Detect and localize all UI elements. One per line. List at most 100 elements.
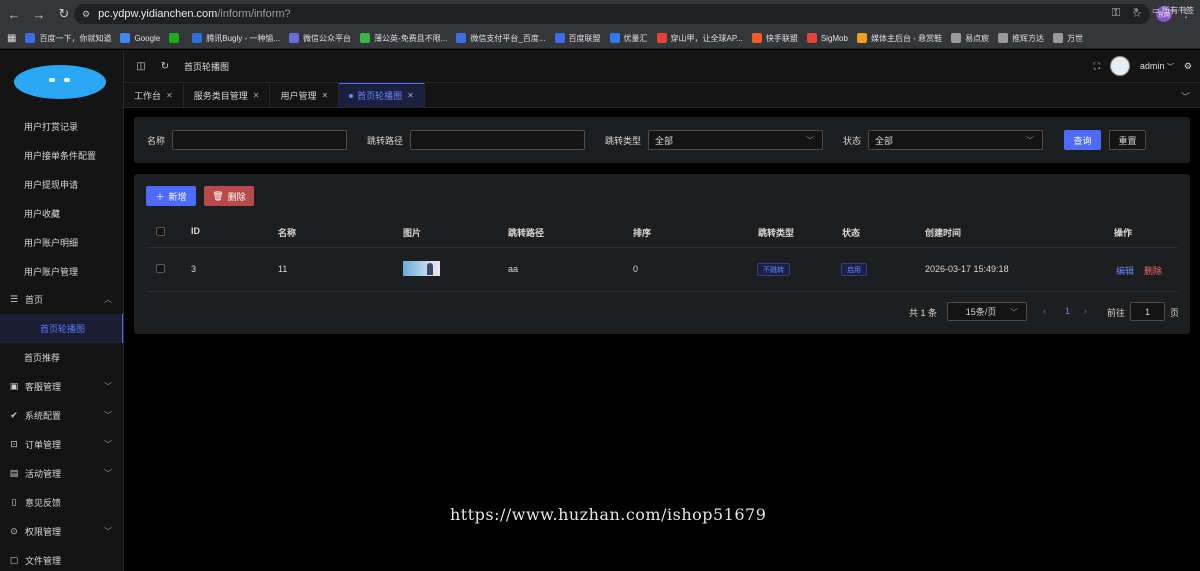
bookmark-item[interactable]: SigMob — [806, 33, 848, 44]
sidebar-group[interactable]: ▤ 活动管理 ﹀ — [0, 459, 123, 488]
tab-home-carousel[interactable]: 首页轮播图 ✕ — [339, 83, 425, 107]
chevron-down-icon: ﹀ — [104, 469, 112, 478]
tab-workbench[interactable]: 工作台 ✕ — [124, 83, 184, 107]
search-button[interactable]: 查询 — [1064, 130, 1101, 150]
close-icon[interactable]: ✕ — [253, 91, 260, 100]
bookmark-item[interactable]: 穿山甲，让全球AP... — [656, 33, 743, 44]
key-icon[interactable]: ⚿ — [1112, 7, 1120, 20]
fullscreen-icon[interactable]: ⛶ — [1094, 61, 1100, 72]
all-bookmarks-button[interactable]: ▭ 所有书签 — [1152, 5, 1194, 16]
next-page-icon[interactable]: › — [1084, 306, 1087, 316]
row-checkbox[interactable] — [156, 264, 165, 273]
back-icon[interactable]: ← — [3, 3, 25, 25]
chevron-down-icon: ﹀ — [104, 411, 112, 420]
trash-icon: 🗑 — [212, 190, 224, 201]
bookmark-item[interactable]: Google — [120, 33, 160, 44]
reload-icon[interactable]: ↻ — [53, 3, 75, 25]
cell-sort: 0 — [633, 264, 639, 274]
bookmark-item[interactable]: 易点宸 — [951, 33, 989, 44]
chevron-down-icon: ﹀ — [104, 527, 112, 536]
bookmark-item[interactable]: 薄公英-免费且不限... — [360, 33, 447, 44]
bookmark-icon — [751, 33, 762, 43]
page-size-select[interactable]: 15条/页 ﹀ — [947, 302, 1027, 321]
apps-icon[interactable]: ▦ — [7, 33, 16, 44]
sidebar-item[interactable]: 用户账户管理 — [0, 257, 123, 286]
bookmark-icon — [169, 33, 180, 43]
sidebar-group[interactable]: ⊙ 权限管理 ﹀ — [0, 517, 123, 546]
bookmark-item[interactable]: 微信支付平台_百度... — [456, 33, 546, 44]
close-icon[interactable]: ✕ — [321, 91, 328, 100]
chevron-up-icon: ︿ — [104, 295, 112, 304]
bookmark-item[interactable]: 微信公众平台 — [289, 33, 351, 44]
sidebar-group[interactable]: ▢ 文件管理 — [0, 546, 123, 571]
sidebar-item-home-carousel[interactable]: 首页轮播图 — [0, 314, 123, 343]
table-card: ＋新增 🗑 删除 ID 名称 图片 跳转路径 排序 跳转类型 状态 创建时间 操作… — [134, 174, 1190, 334]
sidebar-item[interactable]: 用户收藏 — [0, 199, 123, 228]
sidebar-item[interactable]: 用户打赏记录 — [0, 112, 123, 141]
sidebar-group[interactable]: ▯ 意见反馈 — [0, 488, 123, 517]
sidebar-group[interactable]: ▣ 客服管理 ﹀ — [0, 372, 123, 401]
forward-icon[interactable]: → — [28, 3, 50, 25]
carousel-thumbnail[interactable] — [403, 261, 440, 276]
prev-page-icon[interactable]: ‹ — [1043, 306, 1046, 316]
page-number[interactable]: 1 — [1065, 306, 1070, 316]
bookmark-icon — [856, 33, 867, 43]
bookmark-item[interactable]: 百度一下，你就知道 — [25, 33, 111, 44]
close-icon[interactable]: ✕ — [407, 91, 414, 100]
gear-icon[interactable]: ⚙ — [1184, 61, 1192, 72]
delete-link[interactable]: 删除 — [1144, 264, 1162, 277]
url-path: /inform/inform? — [217, 8, 291, 20]
goto-page-input[interactable]: 1 — [1130, 302, 1165, 321]
type-label: 跳转类型 — [605, 136, 642, 146]
sidebar-group[interactable]: ✔ 系统配置 ﹀ — [0, 401, 123, 430]
chevron-down-icon: ﹀ — [1166, 63, 1174, 71]
tab-service-category[interactable]: 服务类目管理 ✕ — [184, 83, 271, 107]
delete-button[interactable]: 🗑 删除 — [204, 186, 254, 206]
col-sort: 排序 — [633, 228, 652, 238]
bookmark-item[interactable]: 推辉方达 — [998, 33, 1044, 44]
refresh-icon[interactable]: ↻ — [158, 59, 172, 73]
chevron-down-icon: ﹀ — [806, 136, 814, 145]
reset-button[interactable]: 重置 — [1109, 130, 1146, 150]
folder-icon: ▢ — [9, 555, 19, 565]
bookmark-icon — [289, 33, 300, 43]
watermark-text: https://www.huzhan.com/ishop51679 — [450, 505, 767, 524]
collapse-sidebar-icon[interactable]: ◫ — [134, 59, 148, 73]
lock-icon: ⊙ — [10, 526, 18, 536]
bookmark-item[interactable]: 百度联盟 — [554, 33, 601, 44]
sidebar-item[interactable]: 用户提现申请 — [0, 170, 123, 199]
name-label: 名称 — [147, 136, 166, 146]
bookmark-item[interactable]: 优量汇 — [609, 33, 648, 44]
bookmark-item[interactable]: 万世 — [1053, 33, 1083, 44]
chevron-down-icon[interactable]: ﹀ — [1181, 90, 1190, 103]
sidebar-group[interactable]: ⊡ 订单管理 ﹀ — [0, 430, 123, 459]
bookmark-item[interactable]: 快手联盟 — [751, 33, 798, 44]
tab-user-management[interactable]: 用户管理 ✕ — [270, 83, 340, 107]
breadcrumb: 首页轮播图 — [184, 61, 230, 72]
bookmark-item[interactable] — [169, 33, 183, 44]
sidebar-item[interactable]: 用户接单条件配置 — [0, 141, 123, 170]
user-menu[interactable]: admin ﹀ — [1140, 61, 1174, 72]
type-select[interactable]: 全部 ﹀ — [648, 130, 823, 150]
pagination-total: 共 1 条 — [909, 308, 938, 318]
path-input[interactable] — [410, 130, 585, 150]
bookmark-item[interactable]: 媒体主后台 - 悬赏鞋 — [856, 33, 942, 44]
bookmarks-more-button[interactable]: » — [1134, 5, 1138, 16]
url-host: pc.ydpw.yidianchen.com — [98, 8, 218, 20]
status-select[interactable]: 全部 ﹀ — [868, 130, 1043, 150]
avatar[interactable] — [1109, 56, 1130, 76]
col-jump-type: 跳转类型 — [758, 228, 795, 238]
address-bar[interactable]: ⚙ pc.ydpw.yidianchen.com/inform/inform? — [74, 4, 1150, 24]
sidebar-item[interactable]: 用户账户明细 — [0, 228, 123, 257]
name-input[interactable] — [172, 130, 347, 150]
sidebar-group-home[interactable]: ☰ 首页 ︿ — [0, 285, 123, 314]
close-icon[interactable]: ✕ — [166, 91, 173, 100]
tabs-bar: 工作台 ✕ 服务类目管理 ✕ 用户管理 ✕ 首页轮播图 ✕ ﹀ — [124, 83, 1200, 108]
add-button[interactable]: ＋新增 — [146, 186, 196, 206]
bookmark-item[interactable]: 腾讯Bugly - 一种愉... — [192, 33, 280, 44]
sidebar-item-home-recommend[interactable]: 首页推荐 — [0, 343, 123, 372]
site-info-icon[interactable]: ⚙ — [82, 9, 90, 20]
edit-link[interactable]: 编辑 — [1116, 264, 1134, 277]
select-all-checkbox[interactable] — [156, 227, 165, 236]
col-actions: 操作 — [1114, 228, 1133, 238]
